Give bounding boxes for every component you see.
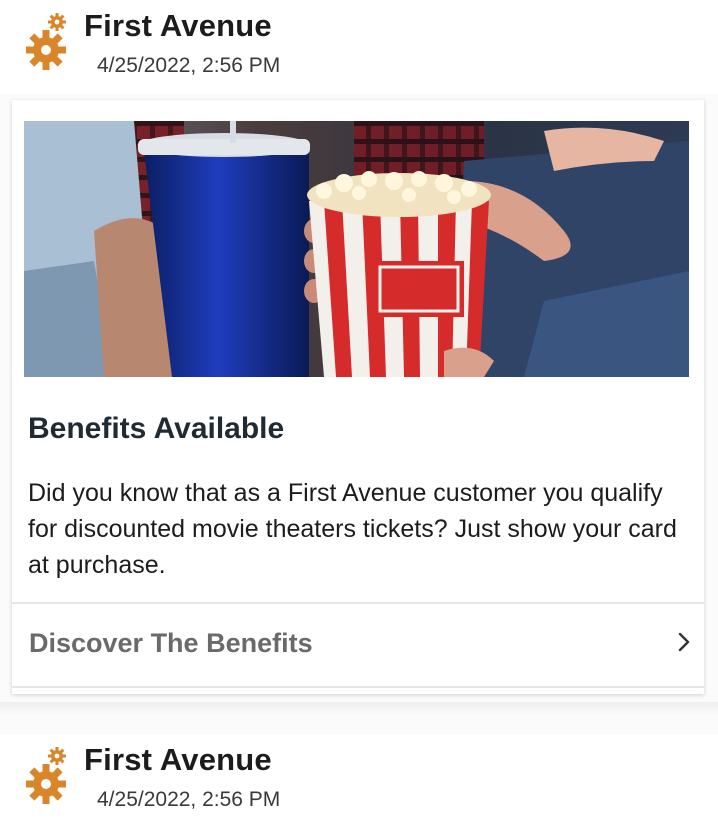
discover-benefits-label: Discover The Benefits (29, 628, 313, 658)
gears-logo-icon (26, 747, 66, 804)
gears-logo-icon (26, 13, 66, 70)
message-header: First Avenue 4/25/2022, 2:56 PM (0, 734, 718, 828)
chevron-right-icon (678, 632, 690, 652)
message-timestamp: 4/25/2022, 2:56 PM (97, 788, 281, 811)
message-feed: First Avenue 4/25/2022, 2:56 PM Benefits… (0, 0, 718, 828)
divider (12, 686, 704, 688)
discover-benefits-button[interactable]: Discover The Benefits (12, 604, 704, 686)
sender-name: First Avenue (84, 742, 272, 777)
card-body: Did you know that as a First Avenue cust… (28, 479, 677, 579)
message-header: First Avenue 4/25/2022, 2:56 PM (0, 0, 718, 94)
sender-name: First Avenue (84, 8, 272, 43)
promo-card[interactable]: Benefits Available Did you know that as … (12, 100, 704, 694)
message-separator (0, 702, 718, 716)
card-title: Benefits Available (28, 412, 285, 445)
message-timestamp: 4/25/2022, 2:56 PM (97, 54, 281, 77)
hero-image (24, 121, 689, 377)
